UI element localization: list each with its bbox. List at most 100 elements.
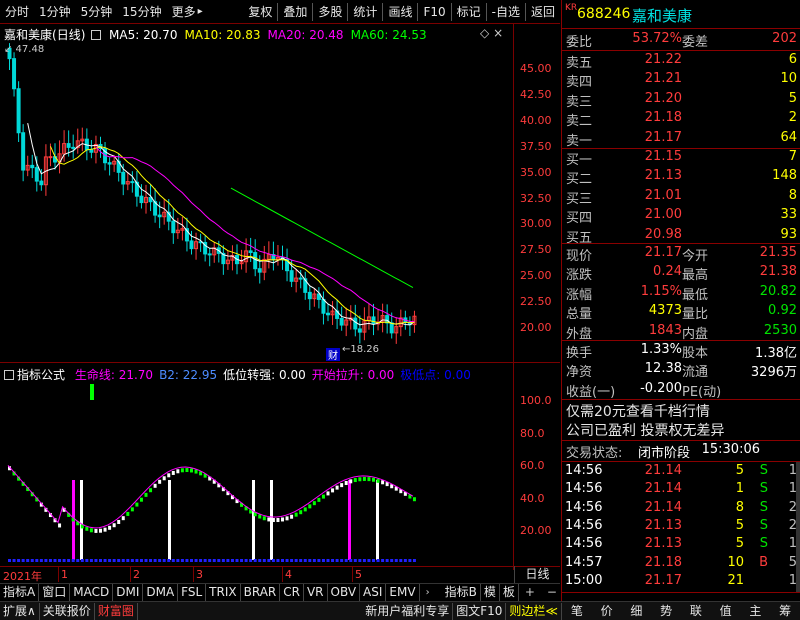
indicator-dot (194, 469, 198, 474)
indicator-tab-7[interactable]: BRAR (241, 583, 281, 601)
chart-toolbar: 分时 1分钟 5分钟 15分钟 更多 ▸ 复权 叠加 多股 统计 画线 F10 标记 -自选 返回 (0, 0, 560, 24)
low-point-dot (221, 559, 225, 562)
quote-row: 卖二 21.18 2 (562, 110, 800, 129)
month-label: 4 (285, 568, 292, 581)
tabs-scroll-icon[interactable]: › (420, 587, 436, 598)
more-arrow-icon[interactable]: ▸ (198, 6, 203, 17)
indicator-tab-12[interactable]: EMV (386, 583, 420, 601)
tab-period-4[interactable]: 更多 (167, 0, 201, 24)
tick-scrollbar[interactable] (796, 462, 800, 592)
toolbar-button-2[interactable]: 多股 (313, 0, 347, 24)
quote-divider (562, 28, 800, 29)
candle (357, 315, 362, 344)
settings-icon[interactable] (91, 30, 102, 40)
indicator-chart[interactable] (0, 380, 513, 566)
candle (57, 140, 62, 174)
toolbar-button-5[interactable]: F10 (418, 0, 450, 24)
indicator-tab-11[interactable]: ASI (360, 583, 387, 601)
detail-tab-4[interactable]: 联 (690, 602, 702, 620)
toolbar-button-3[interactable]: 统计 (348, 0, 382, 24)
bottom-mid-2[interactable]: 则边栏≪ (506, 602, 562, 620)
low-point-dot (385, 559, 389, 562)
indicator-tab-4[interactable]: DMA (143, 583, 179, 601)
tab-remove-icon[interactable]: − (541, 585, 563, 599)
candle (25, 155, 30, 177)
tab-period-3[interactable]: 15分钟 (117, 0, 166, 24)
stock-code: 688246 (577, 6, 631, 22)
indicator-tab-2[interactable]: MACD (70, 583, 114, 601)
bottom-left-1[interactable]: 关联报价 (40, 602, 95, 620)
indicator-tab-9[interactable]: VR (304, 583, 328, 601)
tab-period-2[interactable]: 5分钟 (76, 0, 118, 24)
toolbar-button-8[interactable]: 返回 (526, 0, 560, 24)
indicator-tab-8[interactable]: CR (280, 583, 304, 601)
indicator-dot (158, 479, 162, 484)
bottom-left-2[interactable]: 财富圈 (95, 602, 138, 620)
tab-period-0[interactable]: 分时 (0, 0, 34, 24)
kline-type-button[interactable]: 日线 (514, 566, 560, 583)
stat-label: 涨跌 (566, 268, 593, 284)
toolbar-button-7[interactable]: -自选 (487, 0, 525, 24)
tick-time: 14:56 (565, 481, 603, 497)
price-tick-label: 37.50 (520, 139, 552, 153)
tab-add-icon[interactable]: + (519, 585, 541, 599)
low-point-dot (203, 559, 207, 562)
toolbar-button-6[interactable]: 标记 (452, 0, 486, 24)
candlestick-chart[interactable]: ↙ 47.48 ←18.26 财 (0, 40, 513, 362)
settings-icon[interactable] (4, 370, 14, 380)
indicator-tab-right-1[interactable]: 模 (481, 583, 500, 601)
indicator-tick-label: 80.0 (520, 426, 545, 440)
indicator-tick-label: 100.0 (520, 394, 552, 407)
ask-label: 卖四 (566, 75, 593, 91)
indicator-dot (162, 476, 166, 481)
low-point-dot (235, 559, 239, 562)
detail-tab-2[interactable]: 细 (630, 602, 642, 620)
ask-price: 21.21 (644, 71, 682, 87)
candle (326, 304, 330, 322)
indicator-dot (271, 518, 275, 523)
bottom-bar: 扩展∧ 关联报价 财富圈 新用户福利专享 图文F10 则边栏≪ 笔价细势联值主筹 (0, 601, 800, 620)
indicator-dot (180, 468, 184, 473)
quote-row: 涨幅 1.15% 最低 20.82 (562, 284, 800, 303)
candle (16, 81, 21, 142)
candle (275, 245, 280, 266)
bottom-mid-0[interactable]: 新用户福利专享 (362, 602, 454, 620)
low-point-dot (285, 559, 289, 562)
diamond-icon[interactable]: ◇ (480, 26, 489, 40)
bid-price: 21.15 (644, 149, 682, 164)
indicator-tab-3[interactable]: DMI (113, 583, 144, 601)
tab-period-1[interactable]: 1分钟 (34, 0, 76, 24)
detail-tab-5[interactable]: 值 (720, 602, 732, 620)
detail-tab-0[interactable]: 笔 (571, 602, 583, 620)
indicator-tab-right-2[interactable]: 板 (500, 583, 519, 601)
indicator-dot (139, 497, 143, 502)
detail-tab-6[interactable]: 主 (749, 602, 761, 620)
quote-row: 现价 21.17 今开 21.35 (562, 245, 800, 264)
indicator-tab-5[interactable]: FSL (178, 583, 207, 601)
low-point-dot (62, 559, 66, 562)
detail-tab-7[interactable]: 筹 (779, 602, 791, 620)
candle (130, 171, 135, 193)
close-icon[interactable]: × (493, 26, 503, 40)
low-point-dot (349, 559, 353, 562)
stat-label: 量比 (682, 307, 709, 323)
toolbar-button-0[interactable]: 复权 (243, 0, 277, 24)
candle (307, 286, 312, 311)
bottom-mid-1[interactable]: 图文F10 (453, 602, 507, 620)
toolbar-button-1[interactable]: 叠加 (278, 0, 312, 24)
indicator-tab-1[interactable]: 窗口 (39, 583, 71, 601)
indicator-dot (326, 491, 330, 496)
indicator-tab-0[interactable]: 指标A (0, 583, 40, 601)
indicator-tab-10[interactable]: OBV (328, 583, 361, 601)
tick-side: S (759, 463, 768, 478)
indicator-dot (358, 477, 362, 482)
toolbar-button-4[interactable]: 画线 (383, 0, 417, 24)
bottom-left-0[interactable]: 扩展∧ (0, 602, 40, 620)
weibi-value: 53.72% (632, 31, 682, 46)
indicator-dot (276, 518, 280, 523)
low-point-dot (135, 559, 139, 562)
detail-tab-1[interactable]: 价 (601, 602, 613, 620)
indicator-tab-right-0[interactable]: 指标B (442, 583, 481, 601)
indicator-tab-6[interactable]: TRIX (206, 583, 241, 601)
detail-tab-3[interactable]: 势 (660, 602, 672, 620)
